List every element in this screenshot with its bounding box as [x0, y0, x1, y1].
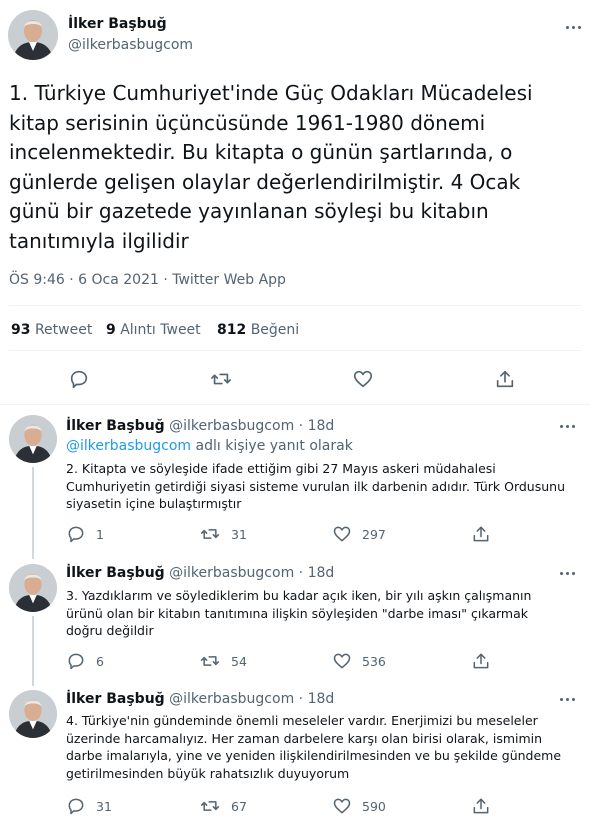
- avatar[interactable]: [8, 10, 58, 60]
- like-count: 536: [362, 653, 386, 669]
- author-handle[interactable]: @ilkerbasbugcom: [169, 691, 294, 707]
- reply-header: İlker Başbuğ @ilkerbasbugcom · 18d: [66, 691, 334, 707]
- divider: [0, 404, 590, 405]
- like-action[interactable]: 297: [332, 524, 386, 544]
- retweet-stat[interactable]: 93 Retweet: [11, 322, 92, 338]
- reply-text: 2. Kitapta ve söyleşide ifade ettiğim gi…: [66, 461, 565, 511]
- retweet-count: 67: [231, 798, 247, 814]
- thread-line: [32, 616, 34, 686]
- share-icon[interactable]: [471, 796, 491, 816]
- author-handle[interactable]: @ilkerbasbugcom: [169, 565, 294, 581]
- retweet-icon: [200, 529, 220, 539]
- share-icon[interactable]: [494, 368, 516, 390]
- retweet-label: Retweet: [34, 322, 93, 338]
- reply-text: 4. Türkiye'nin gündeminde önemli meselel…: [66, 713, 562, 781]
- avatar[interactable]: [9, 415, 57, 463]
- reply-count: 6: [96, 653, 104, 669]
- reply-action[interactable]: 1: [66, 524, 104, 544]
- tweet-time[interactable]: · 18d: [299, 418, 335, 434]
- author-name[interactable]: İlker Başbuğ: [66, 418, 165, 434]
- reply-action[interactable]: 6: [66, 651, 104, 671]
- author-handle[interactable]: @ilkerbasbugcom: [169, 418, 294, 434]
- more-options-icon[interactable]: [557, 567, 577, 579]
- reply-icon: [68, 526, 84, 543]
- reply-header: İlker Başbuğ @ilkerbasbugcom · 18d: [66, 565, 334, 581]
- tweet-time[interactable]: · 18d: [299, 565, 335, 581]
- more-options-icon[interactable]: [557, 420, 577, 432]
- more-options-icon[interactable]: [563, 21, 583, 33]
- heart-icon: [333, 653, 351, 669]
- author-name[interactable]: İlker Başbuğ: [66, 565, 165, 581]
- tweet-time[interactable]: · 18d: [299, 691, 335, 707]
- avatar[interactable]: [9, 564, 57, 612]
- heart-icon[interactable]: [352, 368, 374, 390]
- divider: [9, 305, 581, 306]
- thread-line: [32, 467, 34, 559]
- retweet-action[interactable]: 31: [199, 524, 247, 544]
- reply-icon: [68, 798, 84, 815]
- author-name[interactable]: İlker Başbuğ: [68, 16, 167, 32]
- like-label: Beğeni: [250, 322, 300, 338]
- reply-count: 1: [96, 526, 104, 542]
- retweet-count: 31: [231, 526, 247, 542]
- retweet-icon: [200, 801, 220, 811]
- reply-icon: [68, 653, 84, 670]
- like-count: 812: [217, 322, 247, 338]
- reply-action[interactable]: 31: [66, 796, 112, 816]
- reply-to-suffix: adlı kişiye yanıt olarak: [191, 438, 353, 454]
- like-count: 297: [362, 526, 386, 542]
- heart-icon: [333, 526, 351, 542]
- heart-icon: [333, 798, 351, 814]
- share-icon[interactable]: [471, 651, 491, 671]
- more-options-icon[interactable]: [557, 693, 577, 705]
- reply-to-line: @ilkerbasbugcom adlı kişiye yanıt olarak: [66, 438, 353, 454]
- reply-icon[interactable]: [68, 368, 90, 390]
- tweet-timestamp[interactable]: ÖS 9:46 · 6 Oca 2021 · Twitter Web App: [9, 272, 286, 288]
- reply-count: 31: [96, 798, 112, 814]
- retweet-count: 54: [231, 653, 247, 669]
- like-count: 590: [362, 798, 386, 814]
- quote-stat[interactable]: 9 Alıntı Tweet: [106, 322, 201, 338]
- author-handle[interactable]: @ilkerbasbugcom: [68, 37, 193, 53]
- retweet-action[interactable]: 67: [199, 796, 247, 816]
- retweet-icon: [200, 656, 220, 666]
- retweet-count: 93: [11, 322, 31, 338]
- reply-text: 3. Yazdıklarım ve söylediklerim bu kadar…: [66, 588, 532, 638]
- like-action[interactable]: 536: [332, 651, 386, 671]
- share-icon[interactable]: [471, 524, 491, 544]
- like-action[interactable]: 590: [332, 796, 386, 816]
- avatar[interactable]: [9, 690, 57, 738]
- divider: [9, 350, 581, 351]
- quote-count: 9: [106, 322, 116, 338]
- quote-label: Alıntı Tweet: [120, 322, 201, 338]
- retweet-action[interactable]: 54: [199, 651, 247, 671]
- reply-to-handle[interactable]: @ilkerbasbugcom: [66, 438, 191, 454]
- author-name[interactable]: İlker Başbuğ: [66, 691, 165, 707]
- retweet-icon[interactable]: [209, 368, 233, 390]
- reply-header: İlker Başbuğ @ilkerbasbugcom · 18d: [66, 418, 334, 434]
- like-stat[interactable]: 812 Beğeni: [217, 322, 299, 338]
- tweet-text: 1. Türkiye Cumhuriyet'inde Güç Odakları …: [9, 81, 533, 253]
